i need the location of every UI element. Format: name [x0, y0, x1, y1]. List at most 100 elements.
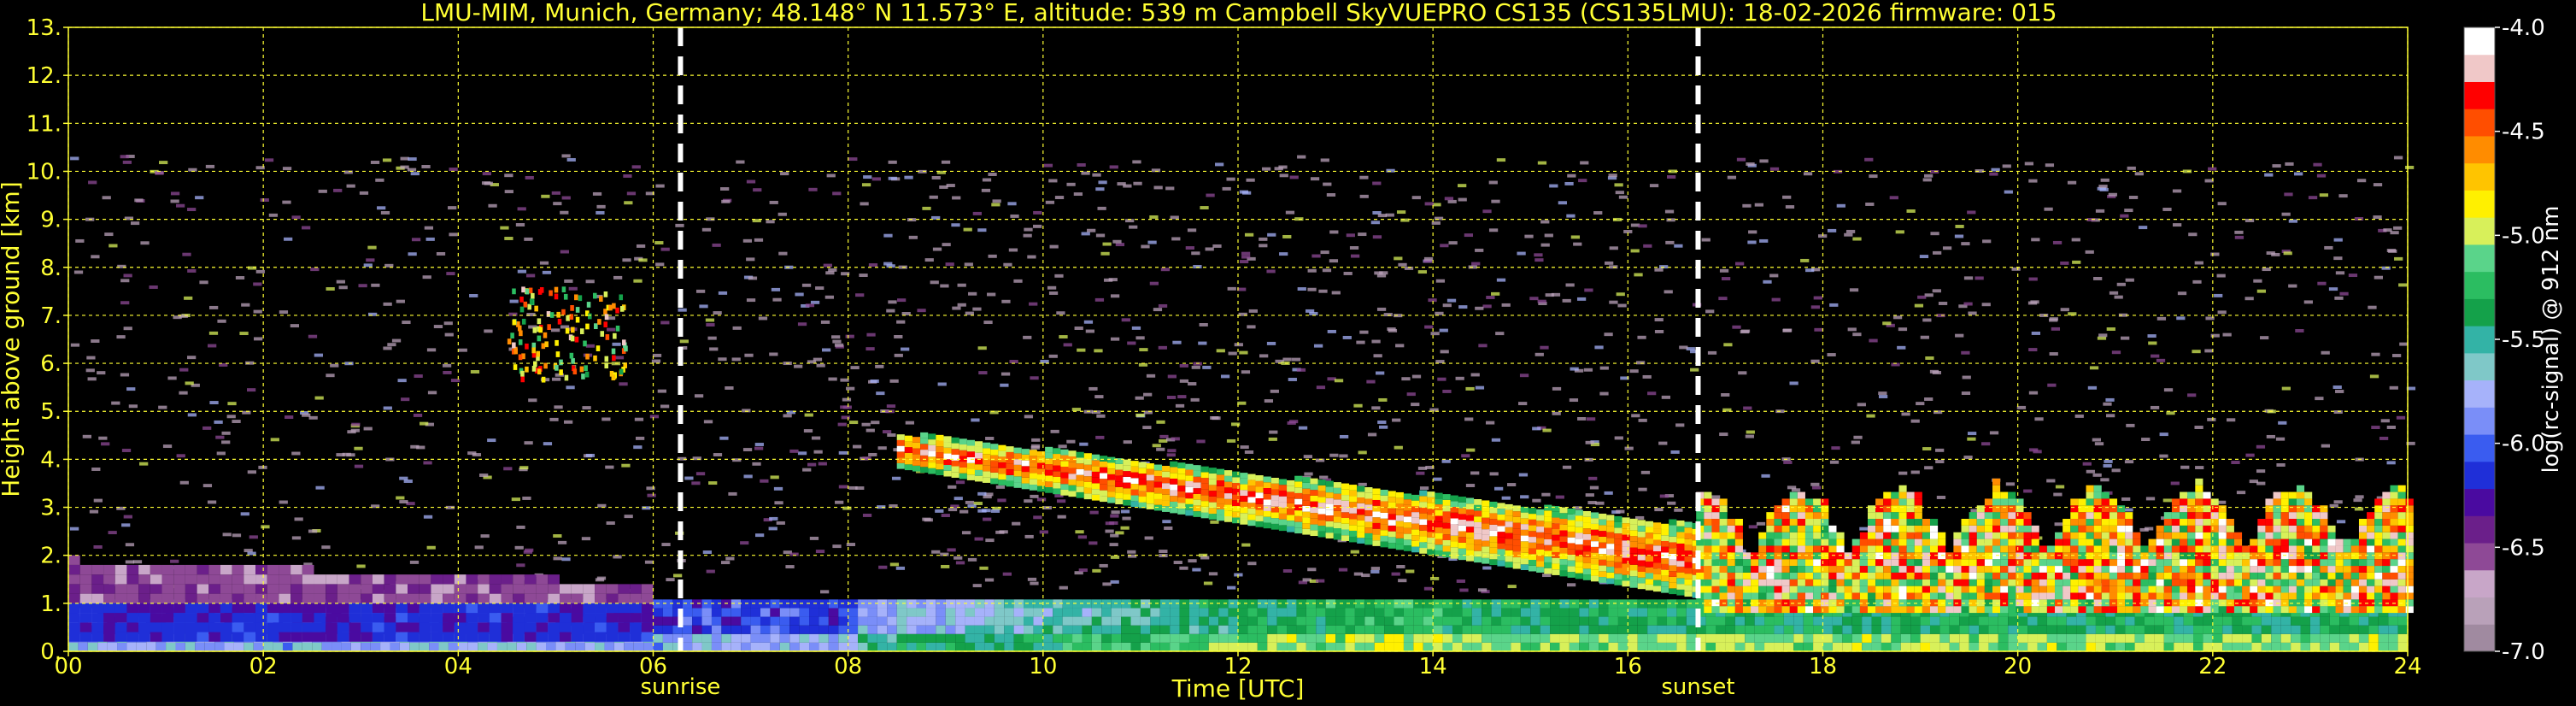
noise-cell [1769, 167, 1780, 171]
noise-cell [585, 279, 595, 284]
boundary-layer-cell [1599, 616, 1609, 626]
boundary-layer-cell [107, 642, 118, 651]
descending-cloud-cell [920, 438, 929, 444]
descending-cloud-cell [1599, 571, 1607, 578]
evening-cloud-cell [1704, 538, 1712, 546]
descending-cloud-cell [1380, 489, 1388, 496]
evening-cloud-cell [1734, 606, 1743, 614]
mid-cloud-cell [518, 354, 523, 361]
morning-aerosol-cell [524, 593, 537, 603]
boundary-layer-cell [1851, 642, 1863, 651]
boundary-layer-cell [1929, 633, 1940, 643]
noise-cell [2100, 478, 2110, 482]
descending-cloud-cell [1083, 481, 1092, 488]
noise-cell [484, 329, 493, 333]
boundary-layer-cell [1238, 625, 1248, 634]
noise-cell [1073, 192, 1083, 197]
evening-cloud-cell [1781, 512, 1790, 520]
morning-aerosol-cell [606, 593, 619, 603]
boundary-layer-cell [760, 608, 771, 617]
evening-cloud-cell [1734, 592, 1743, 600]
boundary-layer-cell [955, 642, 965, 651]
noise-cell [672, 574, 683, 578]
boundary-layer-cell [1238, 642, 1248, 651]
noise-cell [1586, 417, 1596, 421]
descending-cloud-cell [1068, 468, 1077, 474]
noise-cell [308, 334, 318, 338]
noise-cell [824, 295, 834, 299]
noise-cell [2139, 527, 2149, 532]
boundary-layer-cell [1199, 625, 1209, 634]
boundary-layer-cell [2086, 616, 2096, 626]
descending-cloud-cell [1240, 518, 1248, 525]
noise-cell [1372, 181, 1382, 185]
descending-cloud-cell [1684, 532, 1693, 539]
noise-cell [1782, 195, 1792, 199]
morning-aerosol-cell [595, 584, 607, 594]
noise-cell [1173, 561, 1182, 565]
descending-cloud-cell [1185, 480, 1194, 487]
mid-cloud-cell [575, 316, 580, 323]
noise-cell [1654, 268, 1664, 272]
boundary-layer-cell [760, 633, 771, 643]
noise-cell [783, 414, 792, 418]
noise-cell [1754, 203, 1763, 207]
noise-cell [1634, 273, 1643, 277]
evening-cloud-cell [1719, 579, 1728, 586]
boundary-layer-cell [994, 625, 1005, 634]
descending-cloud-cell [1450, 541, 1458, 548]
noise-cell [1635, 361, 1646, 365]
boundary-layer-cell [1287, 633, 1297, 643]
descending-cloud-cell [1287, 497, 1295, 503]
boundary-layer-cell [2388, 633, 2398, 643]
evening-cloud-cell [1774, 592, 1782, 600]
descending-cloud-cell [1317, 508, 1326, 515]
descending-cloud-cell [1372, 488, 1381, 495]
boundary-layer-cell [1969, 633, 1980, 643]
boundary-layer-cell [974, 633, 985, 643]
noise-cell [646, 486, 655, 491]
descending-cloud-cell [1552, 529, 1560, 535]
descending-cloud-cell [1559, 513, 1568, 520]
noise-cell [592, 191, 602, 196]
morning-aerosol-cell [396, 603, 408, 614]
mid-cloud-cell [559, 369, 563, 376]
noise-cell [420, 421, 429, 426]
descending-cloud-cell [1107, 497, 1116, 503]
noise-cell [279, 500, 288, 504]
evening-cloud-cell [1804, 538, 1814, 546]
descending-cloud-cell [1006, 474, 1014, 481]
noise-cell [69, 527, 79, 531]
evening-cloud-cell [1781, 545, 1790, 553]
descending-cloud-cell [1489, 547, 1498, 554]
noise-cell [226, 415, 236, 419]
boundary-layer-cell [1471, 642, 1482, 651]
descending-cloud-cell [1240, 501, 1248, 508]
morning-aerosol-cell [126, 613, 139, 623]
evening-cloud-cell [1727, 545, 1735, 553]
descending-cloud-cell [1287, 521, 1295, 527]
boundary-layer-cell [1413, 633, 1423, 643]
noise-cell [624, 201, 633, 205]
noise-cell [1518, 402, 1528, 406]
descending-cloud-cell [1622, 569, 1630, 575]
noise-cell [922, 206, 931, 210]
noise-cell [1478, 344, 1488, 348]
descending-cloud-cell [983, 465, 991, 472]
noise-cell [397, 379, 407, 383]
descending-cloud-cell [928, 444, 936, 451]
descending-cloud-cell [1302, 511, 1311, 518]
descending-cloud-cell [1153, 464, 1163, 471]
morning-aerosol-cell [583, 632, 596, 642]
noise-cell [2176, 316, 2186, 321]
noise-cell [1719, 268, 1729, 273]
noise-cell [995, 530, 1005, 534]
noise-cell [2060, 261, 2069, 265]
descending-cloud-cell [1107, 485, 1116, 492]
noise-cell [1423, 256, 1434, 261]
noise-cell [519, 466, 529, 470]
mid-cloud-cell [604, 362, 609, 369]
noise-cell [400, 156, 409, 161]
descending-cloud-cell [1645, 521, 1653, 527]
noise-cell [102, 196, 111, 200]
